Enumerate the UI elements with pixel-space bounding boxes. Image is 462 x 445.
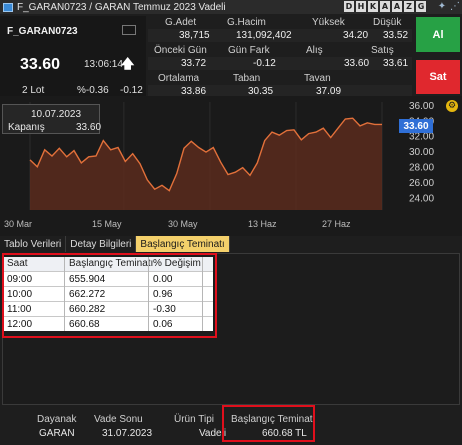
percent-change: %-0.36 — [77, 85, 109, 96]
title-button-g[interactable]: G — [416, 1, 426, 12]
g-adet-label: G.Adet — [165, 17, 197, 28]
symbol-panel: F_GARAN0723 33.60 13:06:14 🡅 2 Lot %-0.3… — [0, 16, 146, 102]
tooltip-label: Kapanış — [8, 122, 45, 133]
gear-icon[interactable]: ⚙ — [446, 100, 458, 112]
gun-fark-value: -0.12 — [253, 58, 276, 69]
pin-icon[interactable]: ✦ — [437, 1, 447, 12]
last-price: 33.60 — [20, 56, 61, 73]
tab-bar: Tablo Verileri Detay Bilgileri Başlangıç… — [0, 236, 462, 252]
title-bar: F_GARAN0723 / GARAN Temmuz 2023 Vadeli D… — [0, 0, 462, 14]
title-button-z[interactable]: Z — [404, 1, 414, 12]
dayanak-value: GARAN — [39, 428, 75, 439]
y-tick-label: 30.00 — [409, 147, 434, 158]
y-tick-label: 26.00 — [409, 178, 434, 189]
y-tick-label: 32.00 — [409, 132, 434, 143]
footer-highlight-box — [222, 405, 315, 442]
title-button-d[interactable]: D — [344, 1, 354, 12]
buy-button[interactable]: Al — [416, 17, 460, 52]
tab-baslangic-teminati[interactable]: Başlangıç Teminatı — [136, 236, 230, 252]
onceki-gun-label: Önceki Gün — [154, 45, 207, 56]
g-adet-value: 38,715 — [179, 30, 210, 41]
ortalama-label: Ortalama — [158, 73, 200, 84]
vade-sonu-value: 31.07.2023 — [102, 428, 153, 439]
yuksek-label: Yüksek — [312, 17, 345, 28]
tooltip-date: 10.07.2023 — [31, 109, 82, 120]
last-time: 13:06:14 — [84, 59, 123, 70]
x-tick-label: 30 Mar — [4, 219, 32, 229]
g-hacim-label: G.Hacim — [227, 17, 266, 28]
title-buttons: D H K A A Z G — [344, 1, 426, 12]
title-button-h[interactable]: H — [356, 1, 366, 12]
chart-tooltip: 10.07.2023 Kapanış 33.60 — [2, 104, 102, 134]
x-tick-label: 15 May — [92, 219, 122, 229]
x-tick-label: 27 Haz — [322, 219, 351, 229]
settings-box-icon[interactable] — [122, 25, 136, 35]
gun-fark-label: Gün Fark — [228, 45, 270, 56]
x-tick-label: 30 May — [168, 219, 198, 229]
alis-value: 33.60 — [344, 58, 370, 69]
current-price-tag: 33.60 — [399, 119, 433, 133]
dusuk-label: Düşük — [373, 17, 402, 28]
table-highlight-box — [2, 253, 217, 338]
tooltip-value: 33.60 — [76, 122, 102, 133]
title-button-k[interactable]: K — [368, 1, 378, 12]
title-button-a1[interactable]: A — [380, 1, 390, 12]
y-tick-label: 36.00 — [409, 101, 434, 112]
urun-tipi-label: Ürün Tipi — [174, 414, 215, 425]
tavan-label: Tavan — [304, 73, 331, 84]
satis-value: 33.61 — [383, 58, 409, 69]
satis-label: Satış — [371, 45, 394, 56]
x-tick-label: 13 Haz — [248, 219, 277, 229]
price-change: -0.12 — [120, 85, 143, 96]
g-hacim-value: 131,092,402 — [236, 30, 292, 41]
taban-label: Taban — [233, 73, 261, 84]
link-icon[interactable]: ⋰ — [450, 1, 460, 12]
tab-detay-bilgileri[interactable]: Detay Bilgileri — [66, 236, 137, 252]
symbol-name: F_GARAN0723 — [7, 26, 78, 37]
y-tick-label: 28.00 — [409, 163, 434, 174]
alis-label: Alış — [306, 45, 323, 56]
yuksek-value: 34.20 — [343, 30, 369, 41]
arrow-up-icon: 🡅 — [121, 57, 135, 72]
dusuk-value: 33.52 — [383, 30, 409, 41]
sell-button[interactable]: Sat — [416, 60, 460, 94]
title-button-a2[interactable]: A — [392, 1, 402, 12]
y-tick-label: 24.00 — [409, 193, 434, 204]
window-title: F_GARAN0723 / GARAN Temmuz 2023 Vadeli — [17, 1, 226, 13]
onceki-gun-value: 33.72 — [181, 58, 207, 69]
tab-tablo-verileri[interactable]: Tablo Verileri — [0, 236, 67, 252]
vade-sonu-label: Vade Sonu — [94, 414, 143, 425]
dayanak-label: Dayanak — [37, 414, 77, 425]
lot-size: 2 Lot — [22, 85, 45, 96]
window-icon — [3, 2, 13, 12]
